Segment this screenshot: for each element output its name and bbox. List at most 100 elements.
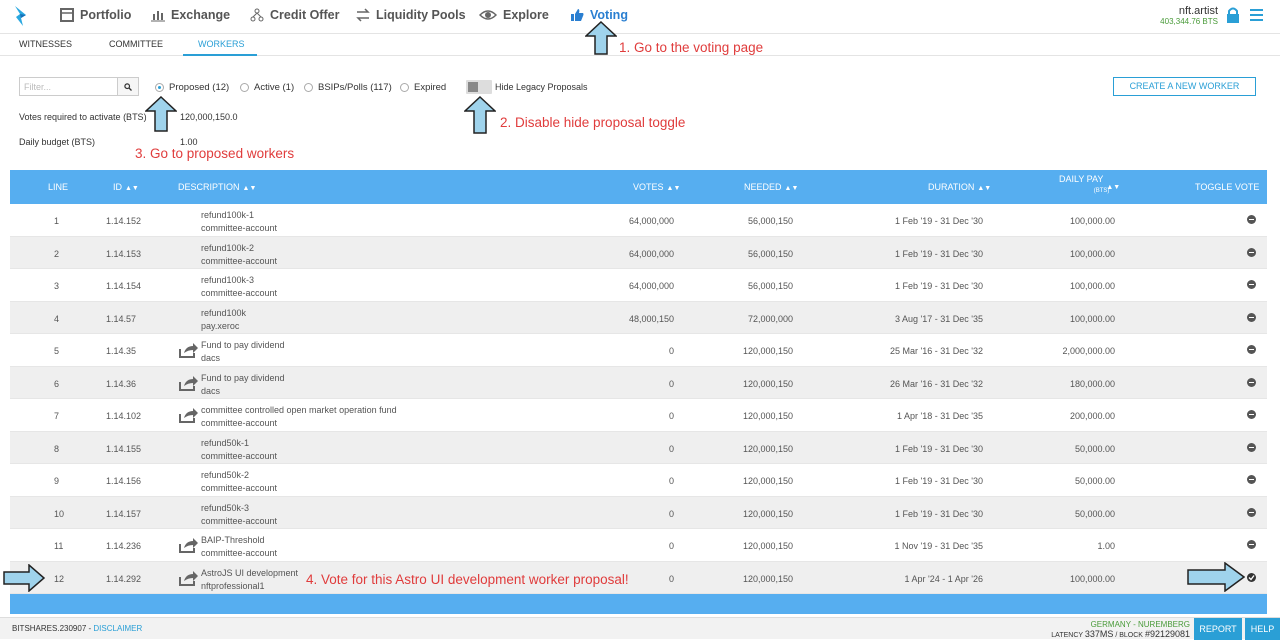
cell-description[interactable]: refund50k-3 committee-account [201, 502, 277, 528]
toggle-vote-minus-icon[interactable] [1247, 280, 1256, 289]
share-icon [179, 375, 198, 391]
voted-check-icon[interactable] [1247, 572, 1256, 582]
table-row[interactable]: 4 1.14.57 refund100k pay.xeroc 48,000,150 72,… [10, 301, 1267, 334]
cell-line: 11 [54, 541, 64, 551]
worker-account[interactable]: committee-account [201, 287, 277, 300]
cell-description[interactable]: refund50k-1 committee-account [201, 437, 277, 463]
cell-description[interactable]: refund100k-2 committee-account [201, 242, 277, 268]
hide-legacy-label: Hide Legacy Proposals [495, 82, 588, 92]
th-id[interactable]: ID ▲▼ [113, 182, 139, 192]
worker-account[interactable]: committee-account [201, 482, 277, 495]
cell-line: 4 [54, 313, 60, 324]
table-row[interactable]: 10 1.14.157 refund50k-3 committee-account 0 1… [10, 496, 1267, 529]
cell-daily-pay: 200,000.00 [1069, 411, 1115, 421]
lock-icon[interactable] [1226, 7, 1240, 23]
toggle-vote-minus-icon[interactable] [1247, 247, 1256, 257]
share-icon [179, 343, 198, 358]
worker-account[interactable]: dacs [201, 385, 285, 398]
cell-id: 1.14.154 [106, 281, 142, 291]
bitshares-logo[interactable] [12, 5, 30, 27]
worker-account[interactable]: nftprofessional1 [201, 580, 298, 593]
worker-name: refund50k-2 [201, 470, 250, 480]
portfolio-icon [60, 8, 74, 22]
hamburger-menu-icon[interactable] [1250, 9, 1263, 21]
worker-name: refund50k-1 [201, 437, 250, 448]
worker-account[interactable]: committee-account [201, 515, 277, 528]
th-votes[interactable]: VOTES ▲▼ [633, 182, 680, 192]
toggle-vote-minus-icon[interactable] [1247, 312, 1256, 322]
toggle-vote-minus-icon[interactable] [1247, 475, 1256, 484]
th-duration[interactable]: DURATION ▲▼ [928, 182, 991, 192]
table-row[interactable]: 8 1.14.155 refund50k-1 committee-account 0 12… [10, 431, 1267, 464]
annotation-arrow-up-2 [464, 96, 496, 134]
sort-icon: ▲▼ [784, 185, 799, 192]
toggle-vote-minus-icon[interactable] [1247, 410, 1256, 419]
tab-workers[interactable]: WORKERS [198, 39, 245, 49]
worker-account[interactable]: dacs [201, 352, 285, 365]
status-footer: BITSHARES.230907 - DISCLAIMER GERMANY - … [0, 617, 1280, 640]
radio-bsips-polls[interactable]: BSIPs/Polls (117) [304, 82, 392, 93]
table-row[interactable]: 3 1.14.154 refund100k-3 committee-account 64… [10, 269, 1267, 302]
table-row[interactable]: 5 1.14.35 Fund to pay dividend dacs 0 120,000… [10, 334, 1267, 367]
cell-votes: 0 [668, 411, 674, 421]
cell-needed: 120,000,150 [742, 476, 793, 486]
create-worker-button[interactable]: CREATE A NEW WORKER [1113, 77, 1256, 96]
th-needed[interactable]: NEEDED ▲▼ [744, 182, 798, 192]
filter-search-button[interactable] [117, 77, 139, 96]
cell-description[interactable]: Fund to pay dividend dacs [201, 339, 285, 365]
toggle-vote-minus-icon[interactable] [1247, 377, 1256, 387]
radio-expired[interactable]: Expired [400, 82, 446, 93]
radio-active[interactable]: Active (1) [240, 82, 294, 93]
th-label: ID [113, 182, 122, 192]
table-row[interactable]: 9 1.14.156 refund50k-2 committee-account 0 12… [10, 464, 1267, 497]
cell-description[interactable]: refund100k-3 committee-account [201, 274, 277, 300]
nav-credit-offer[interactable]: Credit Offer [250, 8, 339, 22]
cell-description[interactable]: BAIP-Threshold committee-account [201, 534, 277, 560]
worker-account[interactable]: committee-account [201, 417, 397, 430]
toggle-vote-minus-icon[interactable] [1247, 442, 1256, 452]
toggle-vote-minus-icon[interactable] [1247, 215, 1256, 224]
cell-description[interactable]: refund100k-1 committee-account [201, 209, 277, 235]
table-row[interactable]: 1 1.14.152 refund100k-1 committee-account 64… [10, 204, 1267, 237]
footer-version-line: BITSHARES.230907 - DISCLAIMER [12, 624, 143, 633]
th-daily-pay[interactable]: DAILY PAY▲▼ (BTS) [1059, 174, 1120, 194]
minus-bar [1249, 511, 1254, 513]
worker-account[interactable]: committee-account [201, 547, 277, 560]
worker-account[interactable]: committee-account [201, 222, 277, 235]
nav-portfolio[interactable]: Portfolio [60, 8, 131, 22]
disclaimer-link[interactable]: DISCLAIMER [93, 624, 142, 633]
cell-description[interactable]: AstroJS UI development nftprofessional1 [201, 567, 298, 593]
toggle-vote-minus-icon[interactable] [1247, 507, 1256, 517]
toggle-vote-minus-icon[interactable] [1247, 345, 1256, 354]
worker-account[interactable]: committee-account [201, 255, 277, 268]
help-button[interactable]: HELP [1245, 618, 1280, 640]
nav-liquidity-pools[interactable]: Liquidity Pools [356, 8, 466, 22]
toggle-vote-minus-icon[interactable] [1247, 540, 1256, 549]
cell-description[interactable]: Fund to pay dividend dacs [201, 372, 285, 398]
cell-votes: 0 [668, 541, 674, 551]
th-description[interactable]: DESCRIPTION ▲▼ [178, 182, 256, 192]
account-info[interactable]: nft.artist 403,344.76 BTS [1160, 5, 1218, 26]
report-button[interactable]: REPORT [1194, 618, 1242, 640]
table-row[interactable]: 12 1.14.292 AstroJS UI development nftprofe… [10, 561, 1267, 594]
tab-committee[interactable]: COMMITTEE [109, 39, 163, 49]
table-row[interactable]: 6 1.14.36 Fund to pay dividend dacs 0 120,000… [10, 366, 1267, 399]
nav-explore[interactable]: Explore [479, 8, 549, 22]
table-row[interactable]: 11 1.14.236 BAIP-Threshold committee-accoun… [10, 529, 1267, 562]
worker-account[interactable]: committee-account [201, 450, 277, 463]
nav-exchange[interactable]: Exchange [151, 8, 230, 22]
filter-input[interactable]: Filter... [19, 77, 118, 96]
radio-proposed[interactable]: Proposed (12) [155, 82, 229, 93]
cell-needed: 120,000,150 [742, 346, 793, 356]
block-label: BLOCK [1119, 632, 1143, 639]
worker-account[interactable]: pay.xeroc [201, 320, 246, 333]
node-status[interactable]: GERMANY - NUREMBERG LATENCY 337MS / BLOC… [1051, 620, 1190, 639]
table-row[interactable]: 7 1.14.102 committee controlled open marke… [10, 399, 1267, 432]
table-row[interactable]: 2 1.14.153 refund100k-2 committee-account 64… [10, 236, 1267, 269]
tab-witnesses[interactable]: WITNESSES [19, 39, 72, 49]
cell-description[interactable]: refund50k-2 committee-account [201, 469, 277, 495]
hide-legacy-toggle[interactable] [466, 80, 492, 94]
cell-description[interactable]: committee controlled open market operati… [201, 404, 397, 430]
nav-voting[interactable]: Voting [570, 8, 628, 22]
cell-description[interactable]: refund100k pay.xeroc [201, 307, 246, 333]
